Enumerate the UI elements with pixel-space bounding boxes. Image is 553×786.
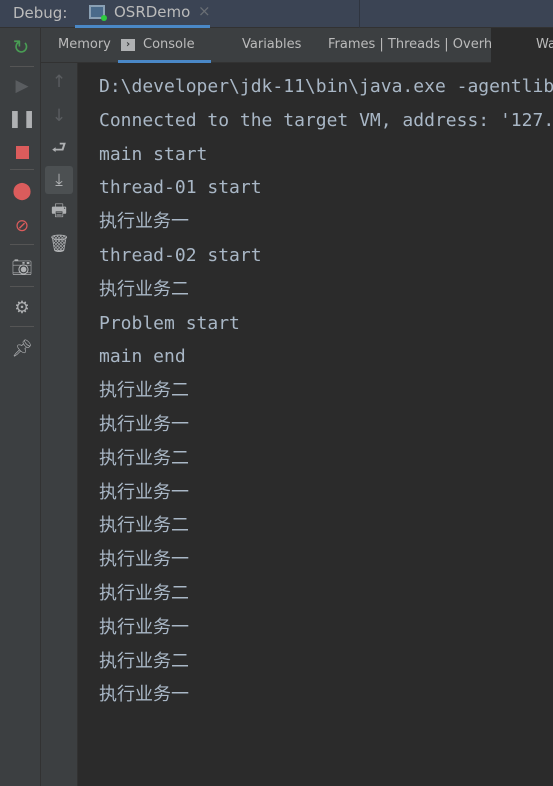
console-line: 执行业务二 xyxy=(99,650,189,672)
debug-header: Debug: OSRDemo × xyxy=(0,0,553,28)
resume-icon[interactable]: ▶ xyxy=(10,74,34,98)
view-breakpoints-icon[interactable]: ⬤ xyxy=(10,179,34,203)
console-line: 执行业务二 xyxy=(99,447,189,469)
tab-overflow: Wa xyxy=(491,28,553,63)
scroll-to-end-icon[interactable]: ⤓ xyxy=(45,166,73,194)
debug-label: Debug: xyxy=(13,4,68,22)
divider xyxy=(10,326,34,327)
console-icon: › xyxy=(121,39,135,51)
console-line: Problem start xyxy=(99,312,240,334)
console-line: 执行业务一 xyxy=(99,549,189,571)
tab-watches[interactable]: Wa xyxy=(536,37,553,52)
print-icon[interactable]: 🖶 xyxy=(47,200,71,224)
console-line: 执行业务二 xyxy=(99,278,189,300)
console-toolbar: ↑ ↓ ⮐ ⤓ 🖶 🗑︎ xyxy=(41,63,78,786)
session-tab-label: OSRDemo xyxy=(114,3,191,21)
session-tab-osrdemo[interactable]: OSRDemo × xyxy=(75,0,211,28)
camera-icon[interactable]: 📷︎ xyxy=(10,256,34,280)
up-arrow-icon[interactable]: ↑ xyxy=(47,70,71,94)
tab-memory[interactable]: Memory xyxy=(58,37,111,52)
close-icon[interactable]: × xyxy=(198,2,211,20)
down-arrow-icon[interactable]: ↓ xyxy=(47,104,71,128)
console-line: Connected to the target VM, address: '12… xyxy=(99,109,553,131)
console-line: 执行业务一 xyxy=(99,211,189,233)
rerun-icon[interactable]: ↻ xyxy=(9,35,33,59)
debug-tabs: Memory › Console Variables Frames | Thre… xyxy=(41,28,553,63)
pause-icon[interactable]: ❚❚ xyxy=(8,107,37,131)
debug-toolbar: ↻ ▶ ❚❚ ⬤ ⊘ 📷︎ ⚙ 📌︎ xyxy=(0,28,41,786)
console-line: thread-02 start xyxy=(99,244,262,266)
console-line: 执行业务一 xyxy=(99,481,189,503)
console-line: 执行业务一 xyxy=(99,616,189,638)
mute-breakpoints-icon[interactable]: ⊘ xyxy=(10,214,34,238)
console-line: thread-01 start xyxy=(99,177,262,199)
console-line: 执行业务二 xyxy=(99,380,189,402)
console-line: main end xyxy=(99,346,186,368)
stop-icon[interactable] xyxy=(10,140,34,164)
console-line: 执行业务二 xyxy=(99,582,189,604)
settings-icon[interactable]: ⚙ xyxy=(10,296,34,320)
console-line: D:\developer\jdk-11\bin\java.exe -agentl… xyxy=(99,76,553,97)
console-line: 执行业务一 xyxy=(99,684,189,706)
divider xyxy=(10,66,34,67)
window-icon xyxy=(89,5,107,21)
tab-variables[interactable]: Variables xyxy=(242,37,301,52)
divider xyxy=(10,286,34,287)
console-output[interactable]: D:\developer\jdk-11\bin\java.exe -agentl… xyxy=(78,63,553,786)
tab-console-label: Console xyxy=(143,37,195,52)
soft-wrap-icon[interactable]: ⮐ xyxy=(47,137,71,161)
console-line: 执行业务二 xyxy=(99,515,189,537)
divider xyxy=(10,169,34,170)
tab-console[interactable]: › Console xyxy=(118,37,211,63)
divider xyxy=(359,0,360,28)
tab-frames-threads[interactable]: Frames | Threads | Overhead xyxy=(328,37,516,52)
console-line: 执行业务一 xyxy=(99,413,189,435)
divider xyxy=(10,244,34,245)
pin-icon[interactable]: 📌︎ xyxy=(10,337,34,361)
trash-icon[interactable]: 🗑︎ xyxy=(47,232,71,256)
console-line: main start xyxy=(99,143,208,165)
